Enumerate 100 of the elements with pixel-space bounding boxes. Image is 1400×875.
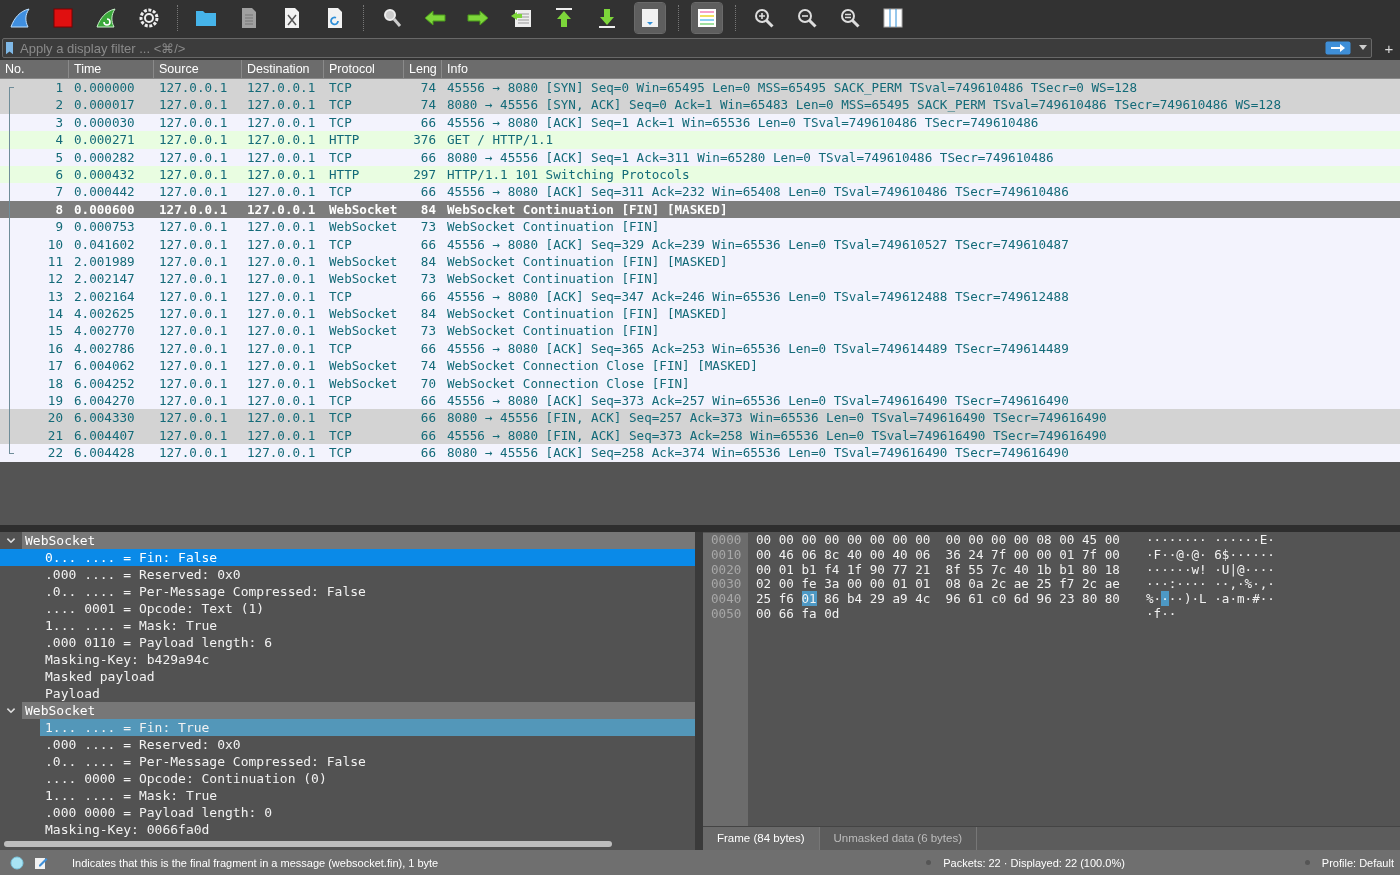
table-cell-text: WebSocket Continuation [FIN] [MASKED] bbox=[446, 305, 729, 323]
table-cell-text: 127.0.0.1 bbox=[246, 357, 317, 375]
byte-view-tab[interactable]: Frame (84 bytes) bbox=[703, 827, 820, 850]
tree-item[interactable]: Masked payload bbox=[0, 668, 695, 685]
tree-item[interactable]: .0.. .... = Per-Message Compressed: False bbox=[0, 753, 695, 770]
packet-row[interactable]: 15 4.002770 127.0.0.1 127.0.0.1 WebSocket 73 WebSocket Continuation [FIN] bbox=[0, 322, 1400, 340]
packet-row[interactable]: 2 0.000017 127.0.0.1 127.0.0.1 TCP 74 8080 → 45556 [SYN, ACK] Seq=0 Ack=1 Win=65483 Len=0 MSS=65495 SACK_PERM TSval=749610486 TSecr=749610486 WS=128 bbox=[0, 96, 1400, 114]
column-header[interactable]: Time bbox=[68, 60, 153, 78]
table-cell-text: 127.0.0.1 bbox=[158, 426, 229, 445]
splitter-handle[interactable] bbox=[0, 525, 1400, 532]
tree-item[interactable]: 0... .... = Fin: False bbox=[0, 549, 695, 566]
table-cell-text: 45556 → 8080 [ACK] Seq=1 Ack=1 Win=65536 Len=0 TSval=749610486 TSecr=749610486 bbox=[446, 113, 1040, 132]
table-cell-text: 127.0.0.1 bbox=[246, 165, 317, 184]
table-cell-text: 8080 → 45556 [SYN, ACK] Seq=0 Ack=1 Win=65483 Len=0 MSS=65495 SACK_PERM TSval=749610486 TSecr=749610486 WS=128 bbox=[446, 96, 1283, 114]
hex-bytes: 00 66 fa 0d bbox=[756, 607, 841, 622]
column-header[interactable]: No. bbox=[0, 60, 68, 78]
table-cell-text: 74 bbox=[419, 79, 437, 97]
table-cell-text: 11 bbox=[46, 252, 64, 271]
table-cell-text: 127.0.0.1 bbox=[158, 339, 229, 358]
table-cell-text: WebSocket Continuation [FIN] bbox=[446, 270, 661, 288]
colorize-icon[interactable] bbox=[692, 3, 722, 33]
table-cell-text: TCP bbox=[328, 235, 353, 253]
packet-row[interactable]: 17 6.004062 127.0.0.1 127.0.0.1 WebSocket 74 WebSocket Connection Close [FIN] [MASKED] bbox=[0, 357, 1400, 375]
autoscroll-icon[interactable] bbox=[635, 3, 665, 33]
packet-row[interactable]: 9 0.000753 127.0.0.1 127.0.0.1 WebSocket 73 WebSocket Continuation [FIN] bbox=[0, 218, 1400, 236]
packet-row[interactable]: 12 2.002147 127.0.0.1 127.0.0.1 WebSocket 73 WebSocket Continuation [FIN] bbox=[0, 270, 1400, 288]
table-cell-text: 127.0.0.1 bbox=[158, 322, 229, 340]
table-cell-text: 66 bbox=[419, 392, 437, 410]
tree-item[interactable]: Masking-Key: 0066fa0d bbox=[0, 821, 695, 838]
tree-item[interactable]: 1... .... = Mask: True bbox=[0, 617, 695, 634]
table-cell-text: 127.0.0.1 bbox=[246, 444, 317, 462]
tree-item[interactable]: .000 0000 = Payload length: 0 bbox=[0, 804, 695, 821]
column-header[interactable]: Source bbox=[153, 60, 241, 78]
expert-info-icon[interactable] bbox=[10, 855, 24, 870]
splitter-handle[interactable] bbox=[695, 532, 703, 850]
column-header[interactable]: Leng bbox=[403, 60, 441, 78]
tree-item[interactable]: .000 .... = Reserved: 0x0 bbox=[0, 736, 695, 753]
caret-icon[interactable] bbox=[1359, 45, 1367, 51]
packet-row[interactable]: 20 6.004330 127.0.0.1 127.0.0.1 TCP 66 8080 → 45556 [FIN, ACK] Seq=257 Ack=373 Win=65536 Len=0 TSval=749616490 TSecr=749616490 bbox=[0, 409, 1400, 427]
table-cell-text: 6.004330 bbox=[73, 409, 136, 427]
table-cell-text: WebSocket bbox=[328, 357, 399, 375]
apply-filter-button[interactable] bbox=[1325, 41, 1351, 55]
table-cell-text: TCP bbox=[328, 409, 353, 427]
packet-row[interactable]: 19 6.004270 127.0.0.1 127.0.0.1 TCP 66 45556 → 8080 [ACK] Seq=373 Ack=257 Win=65536 Len=0 TSval=749616490 TSecr=749616490 bbox=[0, 392, 1400, 410]
table-cell-text: 0.041602 bbox=[73, 235, 136, 253]
edit-icon[interactable] bbox=[34, 855, 48, 870]
table-cell-text: 8080 → 45556 [ACK] Seq=1 Ack=311 Win=65280 Len=0 TSval=749610486 TSecr=749610486 bbox=[446, 148, 1055, 166]
tree-item[interactable]: .000 .... = Reserved: 0x0 bbox=[0, 566, 695, 583]
add-filter-button[interactable]: + bbox=[1382, 39, 1396, 57]
display-filter-bar[interactable]: Apply a display filter ... <⌘/> bbox=[2, 38, 1372, 58]
packet-row[interactable]: 1 0.000000 127.0.0.1 127.0.0.1 TCP 74 45556 → 8080 [SYN] Seq=0 Win=65495 Len=0 MSS=65495 SACK_PERM TSval=749610486 TSecr=0 WS=128 bbox=[0, 79, 1400, 97]
table-cell-text: 66 bbox=[419, 183, 437, 201]
table-cell-text: WebSocket bbox=[328, 218, 399, 236]
profile-label[interactable]: Profile: Default bbox=[1321, 856, 1394, 869]
table-cell-text: 19 bbox=[46, 392, 64, 410]
table-cell-text: TCP bbox=[328, 339, 353, 358]
column-header[interactable]: Destination bbox=[241, 60, 323, 78]
packet-row[interactable]: 22 6.004428 127.0.0.1 127.0.0.1 TCP 66 8080 → 45556 [ACK] Seq=258 Ack=374 Win=65536 Len=0 TSval=749616490 TSecr=749616490 bbox=[0, 444, 1400, 462]
table-cell-text: TCP bbox=[328, 79, 353, 97]
packet-row[interactable]: 4 0.000271 127.0.0.1 127.0.0.1 HTTP 376 GET / HTTP/1.1 bbox=[0, 131, 1400, 149]
table-cell-text: 127.0.0.1 bbox=[158, 148, 229, 166]
tree-item[interactable]: .0.. .... = Per-Message Compressed: False bbox=[0, 583, 695, 600]
table-cell-text: 84 bbox=[419, 305, 437, 323]
table-cell-text: 0.000753 bbox=[73, 218, 136, 236]
table-cell-text: 127.0.0.1 bbox=[158, 409, 229, 427]
table-cell-text: 18 bbox=[46, 374, 64, 393]
table-cell-text: 297 bbox=[412, 165, 437, 184]
column-header[interactable]: Info bbox=[441, 60, 1400, 78]
horizontal-scrollbar[interactable] bbox=[4, 841, 612, 847]
table-cell-text: 66 bbox=[419, 148, 437, 166]
table-cell-text: TCP bbox=[328, 96, 353, 114]
table-cell-text: 0.000030 bbox=[73, 113, 136, 132]
table-cell-text: 2.001989 bbox=[73, 252, 136, 271]
table-cell-text: 0.000000 bbox=[73, 79, 136, 97]
packet-row[interactable]: 7 0.000442 127.0.0.1 127.0.0.1 TCP 66 45556 → 8080 [ACK] Seq=311 Ack=232 Win=65408 Len=0 TSval=749610486 TSecr=749610486 bbox=[0, 183, 1400, 201]
packet-count: Packets: 22 · Displayed: 22 (100.0%) bbox=[943, 856, 1125, 869]
table-cell-text: 127.0.0.1 bbox=[246, 374, 317, 393]
table-cell-text: 66 bbox=[419, 339, 437, 358]
tree-item[interactable]: .... 0000 = Opcode: Continuation (0) bbox=[0, 770, 695, 787]
tree-item[interactable]: 1... .... = Mask: True bbox=[0, 787, 695, 804]
table-cell-text: 45556 → 8080 [ACK] Seq=311 Ack=232 Win=65408 Len=0 TSval=749610486 TSecr=749610486 bbox=[446, 183, 1070, 201]
table-cell-text: 127.0.0.1 bbox=[246, 113, 317, 132]
tree-item[interactable]: .000 0110 = Payload length: 6 bbox=[0, 634, 695, 651]
table-cell-text: 127.0.0.1 bbox=[158, 165, 229, 184]
status-message: Indicates that this is the final fragment in a message (websocket.fin), 1 byte bbox=[72, 856, 440, 869]
table-cell-text: 127.0.0.1 bbox=[158, 252, 229, 271]
tree-item[interactable]: .... 0001 = Opcode: Text (1) bbox=[0, 600, 695, 617]
offset-label: 0010 bbox=[711, 547, 743, 563]
table-cell-text: 7 bbox=[54, 183, 64, 201]
table-cell-text: 127.0.0.1 bbox=[158, 270, 229, 288]
table-cell-text: 0.000442 bbox=[73, 183, 136, 201]
tree-item[interactable]: Masking-Key: b429a94c bbox=[0, 651, 695, 668]
bookmark-icon[interactable] bbox=[5, 41, 14, 55]
packet-row[interactable]: 14 4.002625 127.0.0.1 127.0.0.1 WebSocket 84 WebSocket Continuation [FIN] [MASKED] bbox=[0, 305, 1400, 323]
tree-item[interactable]: Payload bbox=[0, 685, 695, 702]
ascii-text: %····)·L ·a·m·#·· bbox=[1146, 592, 1275, 607]
hex-bytes: 00 01 b1 f4 1f 90 77 21 8f 55 7c 40 1b b1 80 18 bbox=[756, 562, 1121, 578]
table-cell-text: 0.000432 bbox=[73, 165, 136, 184]
column-header[interactable]: Protocol bbox=[323, 60, 403, 78]
table-cell-text: 73 bbox=[419, 218, 437, 236]
